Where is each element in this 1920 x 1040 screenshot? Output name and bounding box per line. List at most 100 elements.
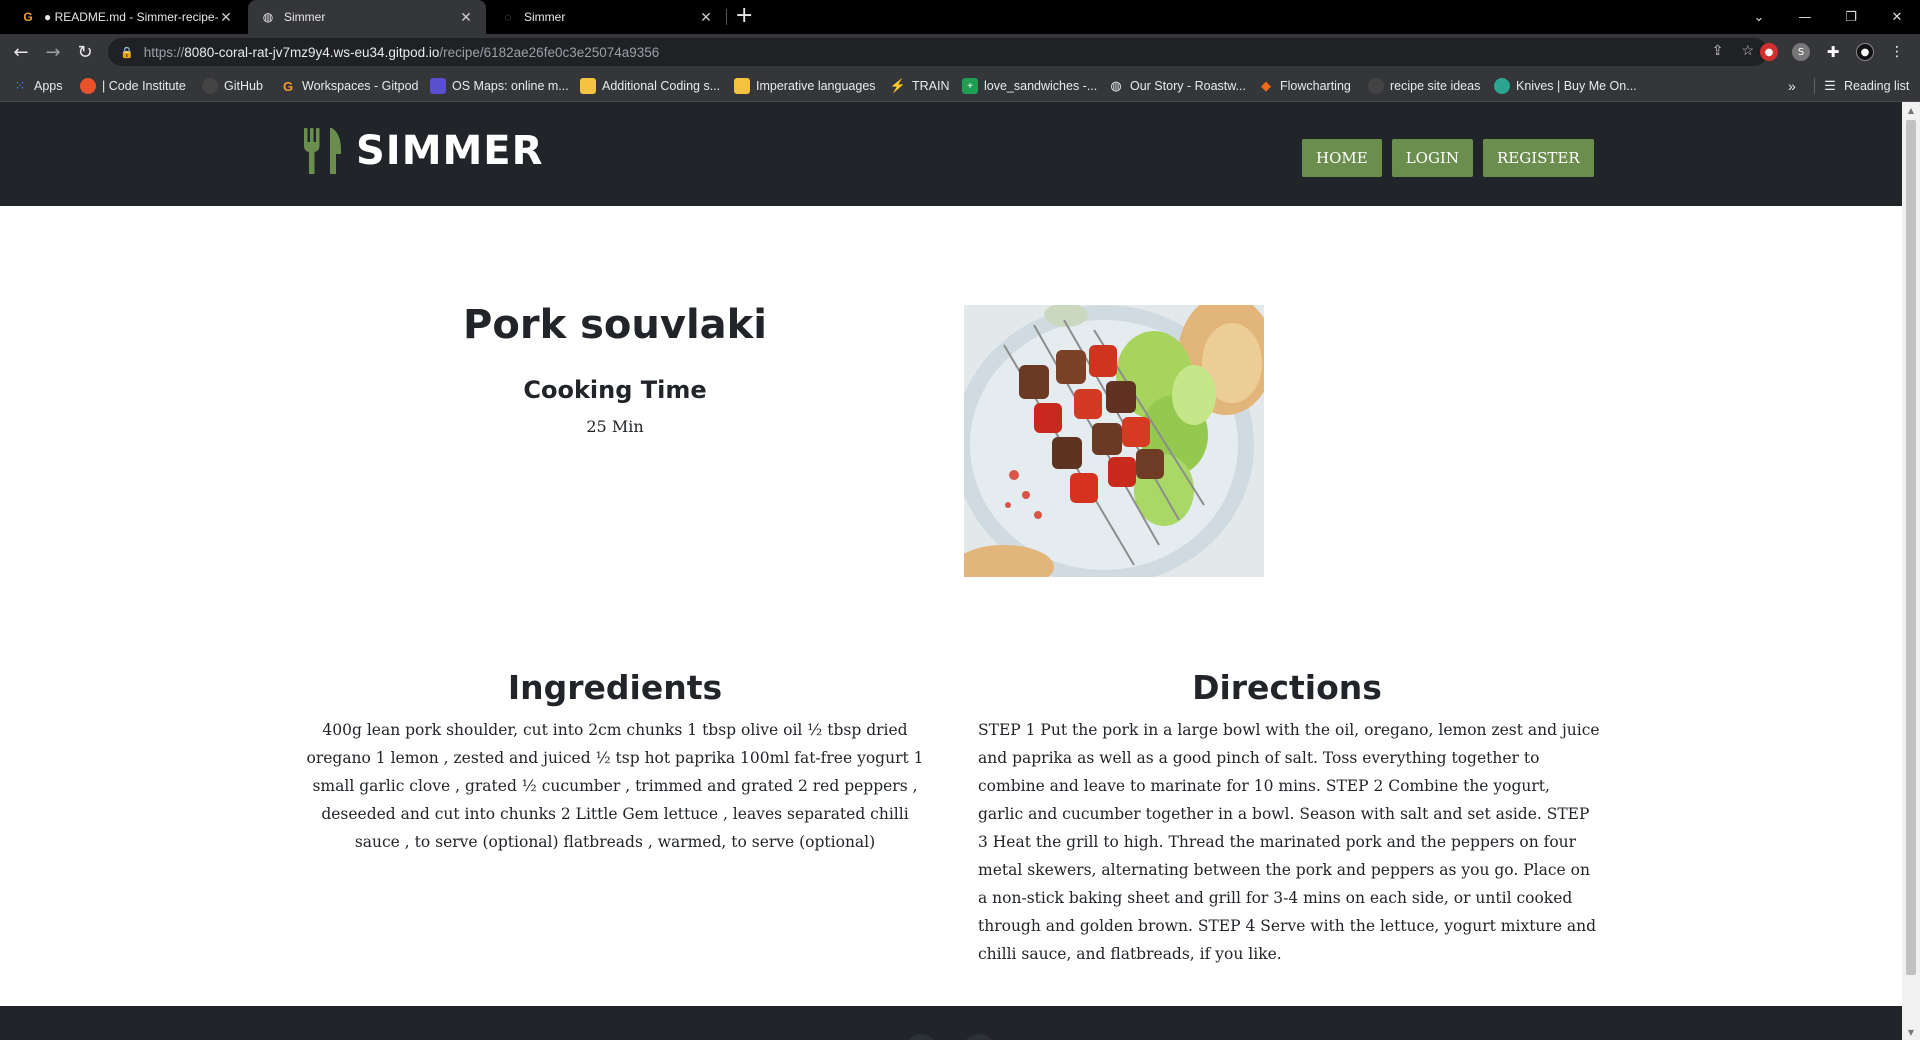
directions-heading: Directions (1192, 668, 1382, 707)
knives-icon (1494, 78, 1510, 94)
bookmark-label: Apps (34, 79, 63, 93)
bookmark-recipe-site-ideas[interactable]: recipe site ideas (1368, 70, 1480, 102)
puzzle-icon[interactable]: ✚ (1824, 43, 1842, 61)
bookmark-label: GitHub (224, 79, 263, 93)
scroll-down-icon[interactable]: ▼ (1902, 1024, 1920, 1040)
folder-icon (734, 78, 750, 94)
social-icon[interactable] (962, 1034, 996, 1040)
new-tab-button[interactable]: + (735, 3, 753, 28)
bookmark-knives[interactable]: Knives | Buy Me On... (1494, 70, 1637, 102)
browser-tab-simmer-active[interactable]: ◍ Simmer ✕ (248, 0, 486, 34)
bookmarks-bar: ⁙ Apps | Code Institute GitHub G Workspace… (0, 70, 1920, 102)
more-bookmarks-icon[interactable]: » (1788, 70, 1796, 102)
bookmark-additional-coding[interactable]: Additional Coding s... (580, 70, 720, 102)
code-institute-icon (80, 78, 96, 94)
extension-red-icon[interactable]: ● (1760, 43, 1778, 61)
reading-list-icon: ☰ (1824, 78, 1836, 93)
bookmark-label: Imperative languages (756, 79, 876, 93)
bookmark-imperative-languages[interactable]: Imperative languages (734, 70, 876, 102)
scrollbar-thumb[interactable] (1906, 120, 1916, 975)
close-icon[interactable]: ✕ (698, 9, 714, 26)
bookmark-label: Additional Coding s... (602, 79, 721, 93)
lock-icon: 🔒 (120, 46, 134, 59)
train-icon: ⚡ (889, 78, 907, 93)
nav-home-link[interactable]: HOME (1302, 139, 1382, 177)
reading-list-label: Reading list (1844, 79, 1910, 93)
address-bar[interactable]: 🔒 https://8080-coral-rat-jv7mz9y4.ws-eu3… (108, 38, 1768, 66)
browser-tab-readme[interactable]: G ● README.md - Simmer-recipe- ✕ (8, 0, 246, 34)
bookmark-label: TRAIN (912, 79, 950, 93)
url-host: 8080-coral-rat-jv7mz9y4.ws-eu34.gitpod.i… (184, 44, 440, 60)
gitpod-icon: G (23, 10, 33, 24)
nav-register-link[interactable]: REGISTER (1482, 139, 1594, 177)
ingredients-list: 400g lean pork shoulder, cut into 2cm ch… (306, 721, 924, 851)
bookmark-label: Knives | Buy Me On... (1516, 79, 1637, 93)
nav-login-link[interactable]: LOGIN (1391, 139, 1473, 177)
pork-souvlaki-photo (964, 305, 1264, 577)
bookmark-star-icon[interactable]: ☆ (1741, 42, 1754, 59)
site-logo[interactable]: SIMMER (302, 126, 543, 176)
page-scrollbar[interactable]: ▲ ▼ (1902, 102, 1920, 1040)
close-icon[interactable]: ✕ (218, 9, 234, 26)
bookmark-love-sandwiches[interactable]: + love_sandwiches -... (962, 70, 1097, 102)
globe-icon: ◍ (262, 10, 274, 24)
sheets-icon: + (962, 78, 978, 94)
apps-grid-icon: ⁙ (14, 78, 26, 93)
tab-search-icon[interactable]: ⌄ (1736, 0, 1782, 34)
bookmark-flowcharting[interactable]: ◆ Flowcharting (1258, 70, 1351, 102)
site-footer (0, 1006, 1902, 1040)
bookmark-our-story[interactable]: ◍ Our Story - Roastw... (1108, 70, 1246, 102)
site-header: SIMMER HOME LOGIN REGISTER (0, 102, 1902, 206)
github-icon (1368, 78, 1384, 94)
extension-gray-icon[interactable]: S (1792, 43, 1810, 61)
bookmark-label: love_sandwiches -... (984, 79, 1098, 93)
social-icon[interactable] (904, 1034, 938, 1040)
web-page: SIMMER HOME LOGIN REGISTER Pork souvlaki… (0, 102, 1902, 1040)
minimize-button[interactable]: — (1782, 0, 1828, 34)
url-scheme: https:// (143, 44, 185, 60)
kebab-menu-icon[interactable]: ⋮ (1888, 43, 1906, 61)
restore-button[interactable]: ❐ (1828, 0, 1874, 34)
scroll-up-icon[interactable]: ▲ (1902, 102, 1920, 118)
tab-title: Simmer (524, 10, 566, 24)
bookmark-code-institute[interactable]: | Code Institute (80, 70, 186, 102)
gitpod-icon: G (282, 78, 294, 94)
bookmark-os-maps[interactable]: OS Maps: online m... (430, 70, 569, 102)
tab-title: ● README.md - Simmer-recipe- (44, 10, 218, 24)
avatar[interactable]: ● (1856, 43, 1874, 61)
bookmark-divider (1814, 78, 1815, 94)
tab-separator (726, 9, 727, 25)
main-nav: HOME LOGIN REGISTER (1302, 139, 1594, 177)
bookmark-label: Workspaces - Gitpod (302, 79, 419, 93)
reload-icon[interactable]: ↻ (73, 40, 97, 64)
browser-tab-simmer[interactable]: ◌ Simmer ✕ (488, 0, 726, 34)
globe-icon: ◍ (1110, 78, 1122, 93)
recipe-image (964, 305, 1264, 577)
bookmark-label: | Code Institute (102, 79, 186, 93)
bookmark-label: Our Story - Roastw... (1130, 79, 1247, 93)
bookmark-label: OS Maps: online m... (452, 79, 569, 93)
cooking-time-heading: Cooking Time (523, 376, 707, 404)
bookmark-gitpod[interactable]: G Workspaces - Gitpod (280, 70, 419, 102)
bookmark-apps[interactable]: ⁙ Apps (12, 70, 63, 102)
folder-icon (580, 78, 596, 94)
forward-arrow-icon[interactable]: → (41, 40, 65, 64)
browser-tab-bar: G ● README.md - Simmer-recipe- ✕ ◍ Simme… (0, 0, 1920, 34)
bookmark-train[interactable]: ⚡ TRAIN (890, 70, 950, 102)
bookmark-github[interactable]: GitHub (202, 70, 263, 102)
url-path: /recipe/6182ae26fe0c3e25074a9356 (439, 44, 660, 60)
cooking-time-value: 25 Min (586, 417, 644, 436)
bookmark-label: Flowcharting (1280, 79, 1351, 93)
loading-icon: ◌ (504, 10, 512, 24)
site-brand: SIMMER (356, 128, 544, 174)
share-icon[interactable]: ⇪ (1712, 42, 1724, 59)
close-window-button[interactable]: ✕ (1874, 0, 1920, 34)
fork-knife-icon (304, 128, 341, 174)
close-icon[interactable]: ✕ (458, 9, 474, 26)
recipe-title: Pork souvlaki (463, 302, 767, 348)
back-arrow-icon[interactable]: ← (9, 40, 33, 64)
browser-toolbar: ← → ↻ 🔒 https://8080-coral-rat-jv7mz9y4.… (0, 34, 1920, 70)
reading-list-button[interactable]: ☰ Reading list (1822, 70, 1909, 102)
github-icon (202, 78, 218, 94)
bookmark-label: recipe site ideas (1390, 79, 1481, 93)
